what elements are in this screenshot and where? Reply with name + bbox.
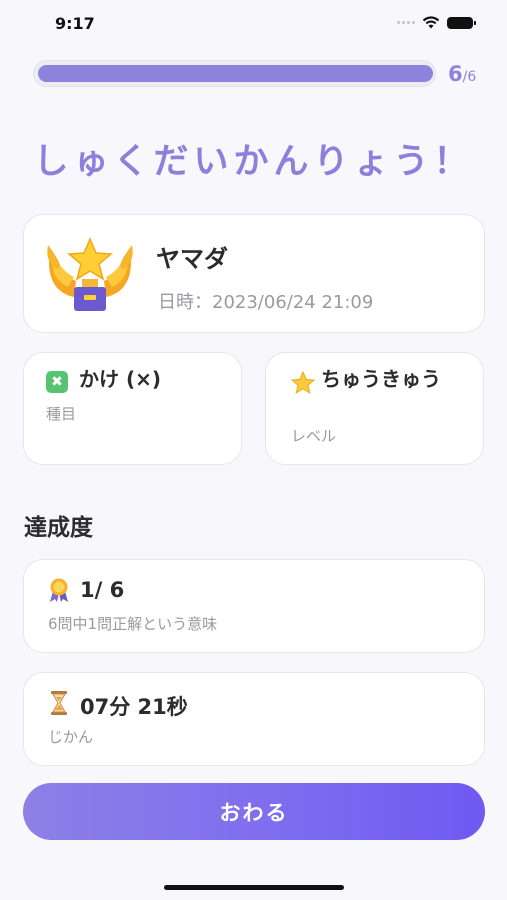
status-icons <box>397 16 476 29</box>
status-time: 9:17 <box>55 14 95 33</box>
status-bar: 9:17 <box>0 0 507 46</box>
progress-current: 6 <box>448 62 463 86</box>
wifi-icon <box>422 16 440 29</box>
operation-value: かけ (×) <box>79 367 162 391</box>
cellular-signal-icon <box>397 21 415 24</box>
result-card: ヤマダ 日時：2023/06/24 21:09 <box>23 214 485 333</box>
progress-bar <box>33 60 436 87</box>
level-card: ちゅうきゅう レベル <box>265 352 484 465</box>
star-icon <box>290 370 316 395</box>
operation-label: 種目 <box>46 405 77 423</box>
finish-button[interactable]: おわる <box>23 783 485 840</box>
time-label: じかん <box>48 728 94 746</box>
time-card: 07分 21秒 じかん <box>23 672 485 766</box>
completion-datetime: 日時：2023/06/24 21:09 <box>158 292 374 313</box>
progress-fill <box>38 65 433 82</box>
home-indicator[interactable] <box>164 885 344 890</box>
result-screen: 9:17 6/6 しゅくだいかんりょう！ ヤマダ 日時：2023/06/24 2… <box>0 0 507 900</box>
multiply-icon: ✖ <box>46 371 68 393</box>
time-value: 07分 21秒 <box>80 695 188 719</box>
score-label: 6問中1問正解という意味 <box>48 615 218 633</box>
operation-card: ✖ かけ (×) 種目 <box>23 352 242 465</box>
progress-count: 6/6 <box>448 62 476 86</box>
page-title: しゅくだいかんりょう！ <box>33 142 474 182</box>
hourglass-icon <box>51 691 67 715</box>
medal-icon <box>50 578 68 602</box>
score-value: 1/ 6 <box>80 578 125 602</box>
score-card: 1/ 6 6問中1問正解という意味 <box>23 559 485 653</box>
battery-icon <box>447 16 476 29</box>
level-label: レベル <box>291 427 337 445</box>
trophy-icon <box>47 237 133 311</box>
level-value: ちゅうきゅう <box>321 367 441 391</box>
user-name: ヤマダ <box>156 245 228 273</box>
progress-total: /6 <box>462 69 477 85</box>
achievement-heading: 達成度 <box>24 515 93 541</box>
